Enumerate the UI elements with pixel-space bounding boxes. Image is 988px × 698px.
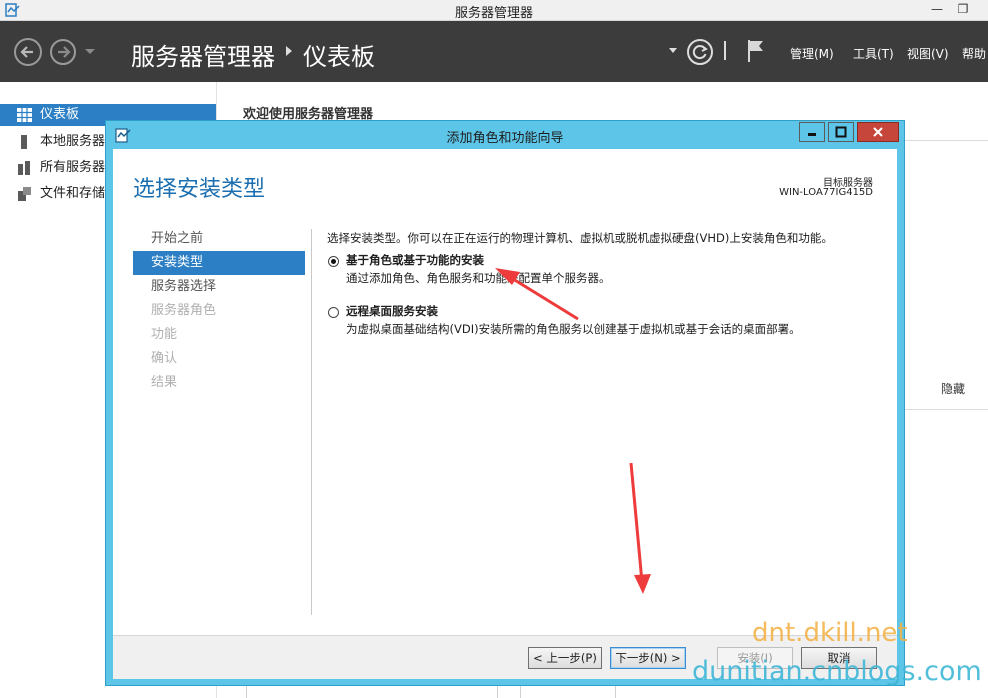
breadcrumb-root[interactable]: 服务器管理器 (131, 37, 275, 72)
dashboard-grid-icon (17, 108, 32, 122)
back-arrow-icon (20, 46, 33, 58)
hide-link[interactable]: 隐藏 (941, 380, 965, 397)
destination-server-name: WIN-LOA77IG415D (779, 187, 873, 198)
toolbar: 服务器管理器 仪表板 管理(M) 工具(T) 视图(V) 帮助 (0, 21, 988, 82)
steps-divider (311, 229, 312, 615)
sidebar-item-label: 所有服务器 (40, 160, 106, 175)
sidebar-item-label: 仪表板 (40, 107, 80, 122)
page-title: 选择安装类型 (133, 177, 266, 202)
intro-text: 选择安装类型。你可以在正在运行的物理计算机、虚拟机或脱机虚拟硬盘(VHD)上安装… (327, 231, 833, 245)
toolbar-divider (724, 41, 726, 60)
servers-icon (18, 161, 30, 175)
step-before-you-begin[interactable]: 开始之前 (133, 227, 305, 251)
watermark-line-2: dunitian.cnblogs.com (692, 656, 982, 687)
menu-help[interactable]: 帮助 (962, 45, 986, 62)
wizard-dialog: 添加角色和功能向导 选择安装类型 目标服务器 WIN-LOA77IG415D 开… (105, 120, 905, 686)
step-server-roles: 服务器角色 (151, 303, 217, 318)
window-title: 服务器管理器 (454, 6, 533, 21)
dialog-maximize-button[interactable] (828, 122, 854, 142)
dialog-title: 添加角色和功能向导 (446, 131, 564, 146)
refresh-button[interactable] (687, 39, 713, 65)
history-dropdown-icon[interactable] (85, 49, 95, 54)
remote-desktop-radio[interactable] (328, 307, 339, 318)
dialog-minimize-button[interactable] (799, 122, 825, 142)
window-titlebar: 服务器管理器 — ❐ (0, 0, 988, 21)
breadcrumb-separator-icon (286, 46, 292, 56)
welcome-panel (904, 140, 988, 410)
remote-desktop-option-title[interactable]: 远程桌面服务安装 (346, 303, 438, 319)
step-installation-type[interactable]: 安装类型 (133, 251, 305, 275)
notifications-flag-icon[interactable] (746, 38, 766, 64)
step-features: 功能 (151, 327, 178, 342)
close-icon (873, 127, 883, 137)
menu-manage[interactable]: 管理(M) (790, 45, 834, 62)
toolbar-dropdown-icon[interactable] (669, 48, 677, 53)
maximize-icon (835, 126, 847, 138)
refresh-icon (692, 45, 708, 60)
dialog-body: 选择安装类型 目标服务器 WIN-LOA77IG415D 开始之前 安装类型 服… (113, 149, 897, 679)
forward-arrow-icon (58, 46, 71, 58)
file-storage-icon (18, 187, 31, 201)
role-based-radio[interactable] (328, 256, 339, 267)
watermark-line-1: dnt.dkill.net (752, 618, 908, 648)
sidebar-item-label: 本地服务器 (40, 134, 106, 149)
next-button[interactable]: 下一步(N) > (610, 647, 686, 669)
dialog-titlebar: 添加角色和功能向导 (106, 121, 904, 149)
server-icon (21, 135, 27, 149)
menu-view[interactable]: 视图(V) (907, 45, 949, 62)
role-based-option-title[interactable]: 基于角色或基于功能的安装 (346, 252, 484, 268)
step-server-selection[interactable]: 服务器选择 (133, 275, 305, 299)
breadcrumb-current: 仪表板 (303, 43, 375, 71)
dialog-close-button[interactable] (857, 122, 899, 142)
menu-tools[interactable]: 工具(T) (853, 45, 894, 62)
forward-button[interactable] (50, 39, 76, 65)
step-confirmation: 确认 (151, 351, 178, 366)
previous-button[interactable]: < 上一步(P) (528, 647, 602, 669)
role-based-option-description: 通过添加角色、角色服务和功能来配置单个服务器。 (346, 271, 611, 285)
minimize-icon (808, 133, 816, 136)
remote-desktop-option-description: 为虚拟桌面基础结构(VDI)安装所需的角色服务以创建基于虚拟机或基于会话的桌面部… (346, 322, 801, 336)
step-results: 结果 (151, 375, 178, 390)
back-button[interactable] (14, 38, 42, 66)
restore-button[interactable]: ❐ (948, 0, 978, 20)
